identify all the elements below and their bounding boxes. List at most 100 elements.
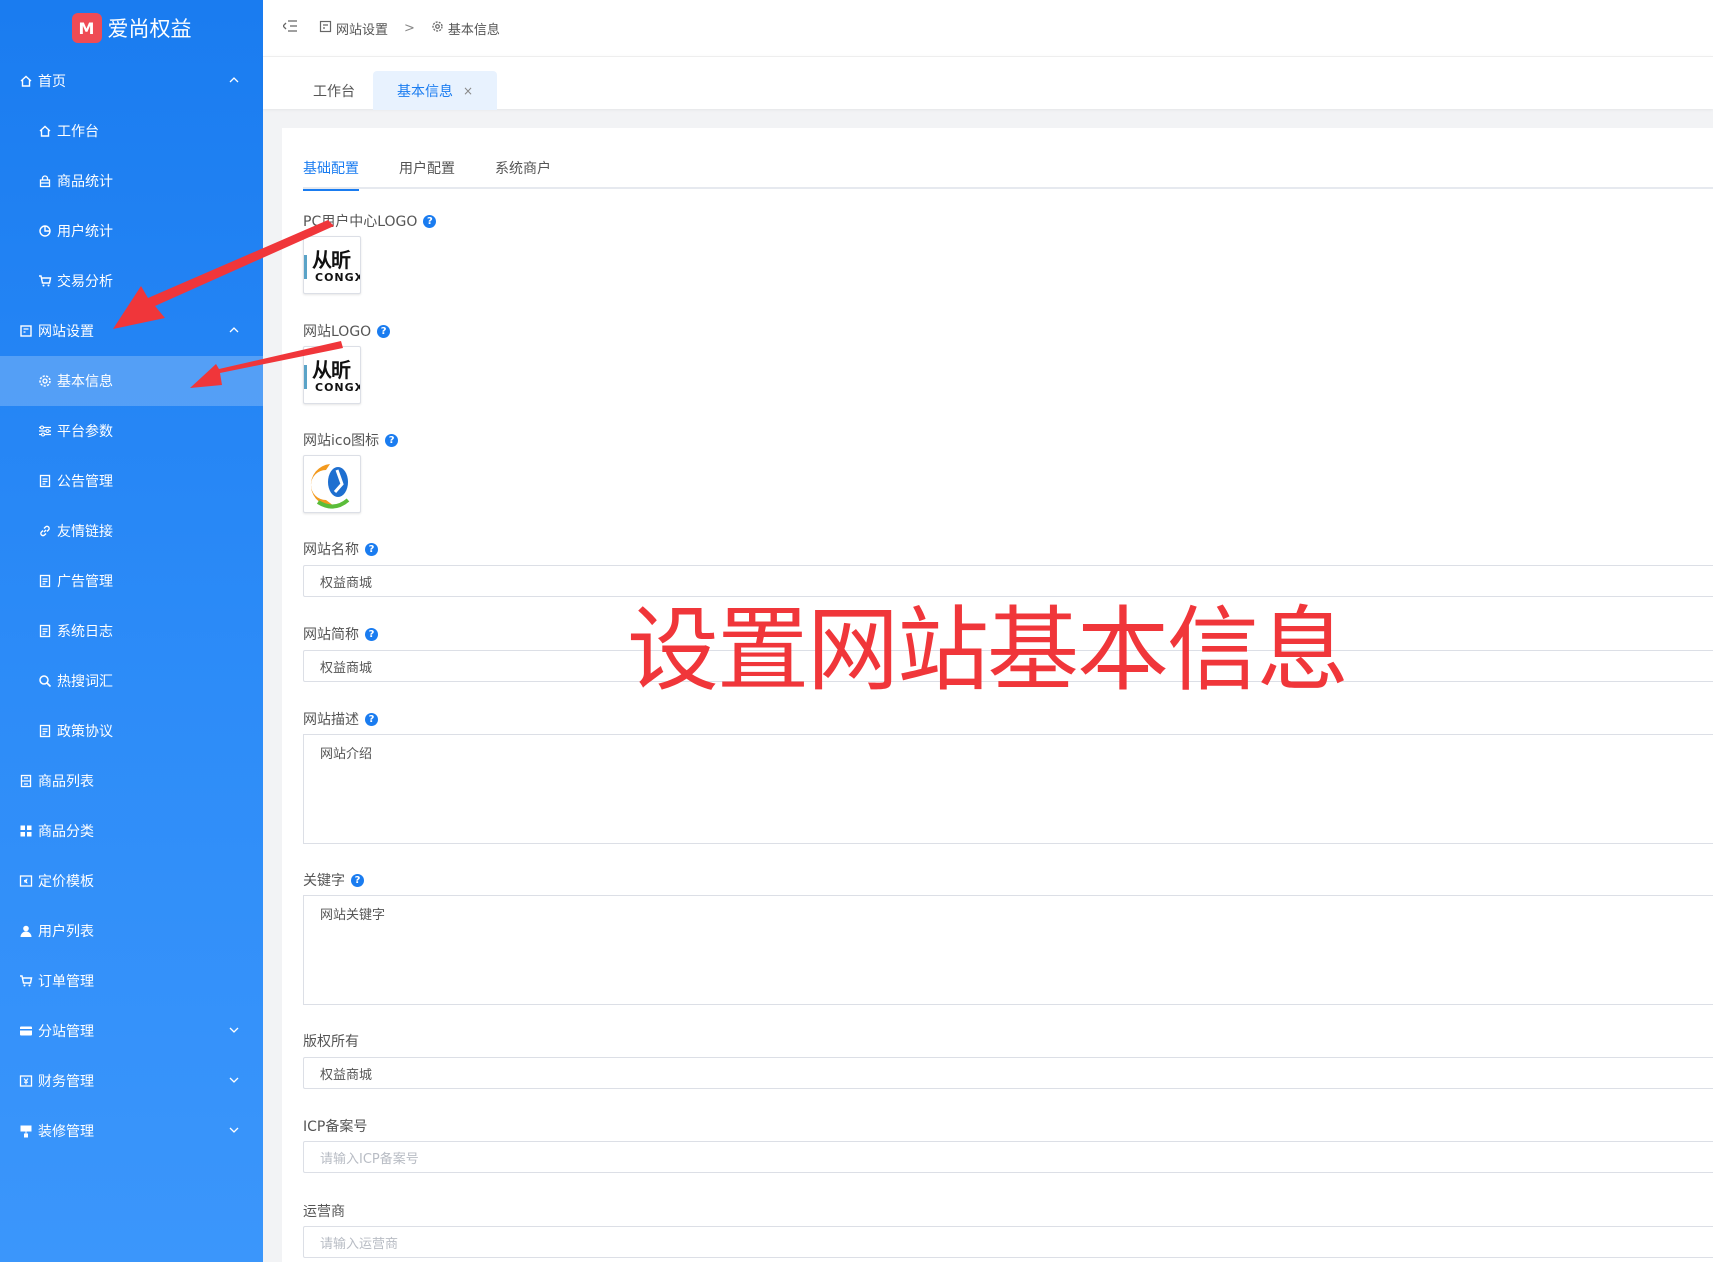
site-desc-label: 网站描述 ? [303, 709, 378, 729]
favicon-image [310, 464, 350, 509]
help-icon[interactable]: ? [351, 873, 364, 887]
sidebar-item[interactable]: 定价模板 [0, 856, 263, 906]
sidebar-item-label: 财务管理 [38, 1074, 94, 1090]
pc-logo-upload[interactable]: 从昕 CONGX [303, 236, 361, 294]
sidebar-item[interactable]: 热搜词汇 [0, 656, 263, 706]
sidebar-item[interactable]: 交易分析 [0, 256, 263, 306]
sidebar-item-label: 公告管理 [57, 474, 113, 490]
help-icon[interactable]: ? [423, 214, 437, 228]
document-icon [37, 723, 53, 739]
chevron-down-icon[interactable] [227, 1123, 241, 1137]
help-icon[interactable]: ? [365, 627, 378, 641]
card-icon [18, 1023, 34, 1039]
operator-label: 运营商 [303, 1201, 345, 1221]
sidebar-item[interactable]: 用户列表 [0, 906, 263, 956]
keywords-label: 关键字 ? [303, 870, 364, 890]
keywords-textarea[interactable]: 网站关键字 [303, 895, 1713, 1005]
chevron-down-icon[interactable] [227, 1023, 241, 1037]
site-logo-label: 网站LOGO ? [303, 321, 391, 341]
paint-icon [18, 1123, 34, 1139]
collapse-menu-icon[interactable] [282, 20, 297, 36]
site-desc-label-text: 网站描述 [303, 712, 359, 728]
app-logo[interactable]: M 爱尚权益 [0, 0, 263, 56]
help-icon[interactable]: ? [385, 433, 399, 447]
lock-icon [37, 173, 53, 189]
cart-icon [18, 973, 34, 989]
site-logo-upload[interactable]: 从昕 CONGX [303, 346, 361, 404]
help-icon[interactable]: ? [365, 542, 378, 556]
sidebar-item[interactable]: 网站设置 [0, 306, 263, 356]
sidebar-item-label: 系统日志 [57, 624, 113, 640]
sidebar-item[interactable]: 用户统计 [0, 206, 263, 256]
help-icon[interactable]: ? [365, 712, 378, 726]
sidebar-item[interactable]: 平台参数 [0, 406, 263, 456]
sidebar-item[interactable]: 公告管理 [0, 456, 263, 506]
sidebar-item-label: 商品统计 [57, 174, 113, 190]
sidebar-item-label: 基本信息 [57, 374, 113, 390]
pc-logo-brand-en: CONGX [315, 271, 361, 284]
sidebar: M 爱尚权益 首页 工作台商品统计用户统计 交易分析 网站设置基本信息平台参数公告管理… [0, 0, 263, 1262]
help-icon[interactable]: ? [377, 324, 391, 338]
subtab-basic-config[interactable]: 基础配置 [303, 158, 359, 191]
sidebar-item[interactable]: 订单管理 [0, 956, 263, 1006]
sidebar-item[interactable]: 基本信息 [0, 356, 263, 406]
grid-icon [18, 823, 34, 839]
sidebar-item[interactable]: 友情链接 [0, 506, 263, 556]
chevron-up-icon[interactable] [227, 323, 241, 337]
sidebar-item[interactable]: 首页 [0, 56, 263, 106]
sidebar-item[interactable]: 分站管理 [0, 1006, 263, 1056]
pc-logo-label: PC用户中心LOGO ? [303, 211, 437, 231]
list-icon [18, 773, 34, 789]
icp-input[interactable]: 请输入ICP备案号 [303, 1141, 1713, 1173]
site-name-label-text: 网站名称 [303, 542, 359, 558]
logo-accent-bar [304, 365, 307, 389]
chevron-up-icon[interactable] [227, 73, 241, 87]
building-icon [319, 20, 332, 37]
site-logo-brand-cn: 从昕 [312, 358, 351, 382]
sidebar-item[interactable]: 政策协议 [0, 706, 263, 756]
sidebar-item-label: 商品分类 [38, 824, 94, 840]
breadcrumb-parent[interactable]: 网站设置 [336, 19, 388, 38]
tab-workbench[interactable]: 工作台 [289, 71, 379, 110]
sidebar-item-label: 装修管理 [38, 1124, 94, 1140]
tab-basic-info[interactable]: 基本信息 × [373, 71, 498, 110]
site-short-label: 网站简称 ? [303, 624, 378, 644]
sidebar-item[interactable]: 财务管理 [0, 1056, 263, 1106]
link-icon [37, 523, 53, 539]
sidebar-item[interactable]: 广告管理 [0, 556, 263, 606]
site-ico-label: 网站ico图标 ? [303, 430, 399, 450]
subtab-system-merchant[interactable]: 系统商户 [495, 158, 551, 189]
site-short-label-text: 网站简称 [303, 627, 359, 643]
subtab-user-config[interactable]: 用户配置 [399, 158, 455, 189]
document-icon [37, 573, 53, 589]
sidebar-item[interactable]: 商品分类 [0, 806, 263, 856]
annotation-title: 设置网站基本信息 [627, 597, 1349, 704]
copyright-label-text: 版权所有 [303, 1034, 359, 1050]
app-logo-icon: M [71, 13, 102, 43]
site-desc-textarea[interactable]: 网站介绍 [303, 734, 1713, 844]
site-name-label: 网站名称 ? [303, 539, 378, 559]
tab-basic-info-label: 基本信息 [397, 83, 453, 100]
sidebar-item[interactable]: 系统日志 [0, 606, 263, 656]
logo-accent-bar [304, 255, 307, 279]
sidebar-item-label: 用户列表 [38, 924, 94, 940]
chevron-down-icon[interactable] [227, 1073, 241, 1087]
tab-workbench-label: 工作台 [313, 83, 355, 100]
site-name-input[interactable]: 权益商城 [303, 565, 1713, 597]
breadcrumb-separator: > [404, 20, 415, 36]
copyright-input[interactable]: 权益商城 [303, 1057, 1713, 1089]
breadcrumb: 网站设置 > 基本信息 [319, 19, 500, 38]
close-icon[interactable]: × [463, 84, 473, 98]
keywords-label-text: 关键字 [303, 873, 345, 889]
sidebar-item[interactable]: 商品统计 [0, 156, 263, 206]
site-logo-label-text: 网站LOGO [303, 324, 372, 340]
sidebar-item[interactable]: 商品列表 [0, 756, 263, 806]
sidebar-item[interactable]: 装修管理 [0, 1106, 263, 1156]
sidebar-item-label: 广告管理 [57, 574, 113, 590]
sidebar-item[interactable]: 工作台 [0, 106, 263, 156]
site-logo-brand-en: CONGX [315, 381, 361, 394]
operator-input[interactable]: 请输入运营商 [303, 1226, 1713, 1258]
site-ico-upload[interactable] [303, 455, 361, 513]
icp-label: ICP备案号 [303, 1116, 367, 1136]
app-title: 爱尚权益 [107, 17, 192, 41]
